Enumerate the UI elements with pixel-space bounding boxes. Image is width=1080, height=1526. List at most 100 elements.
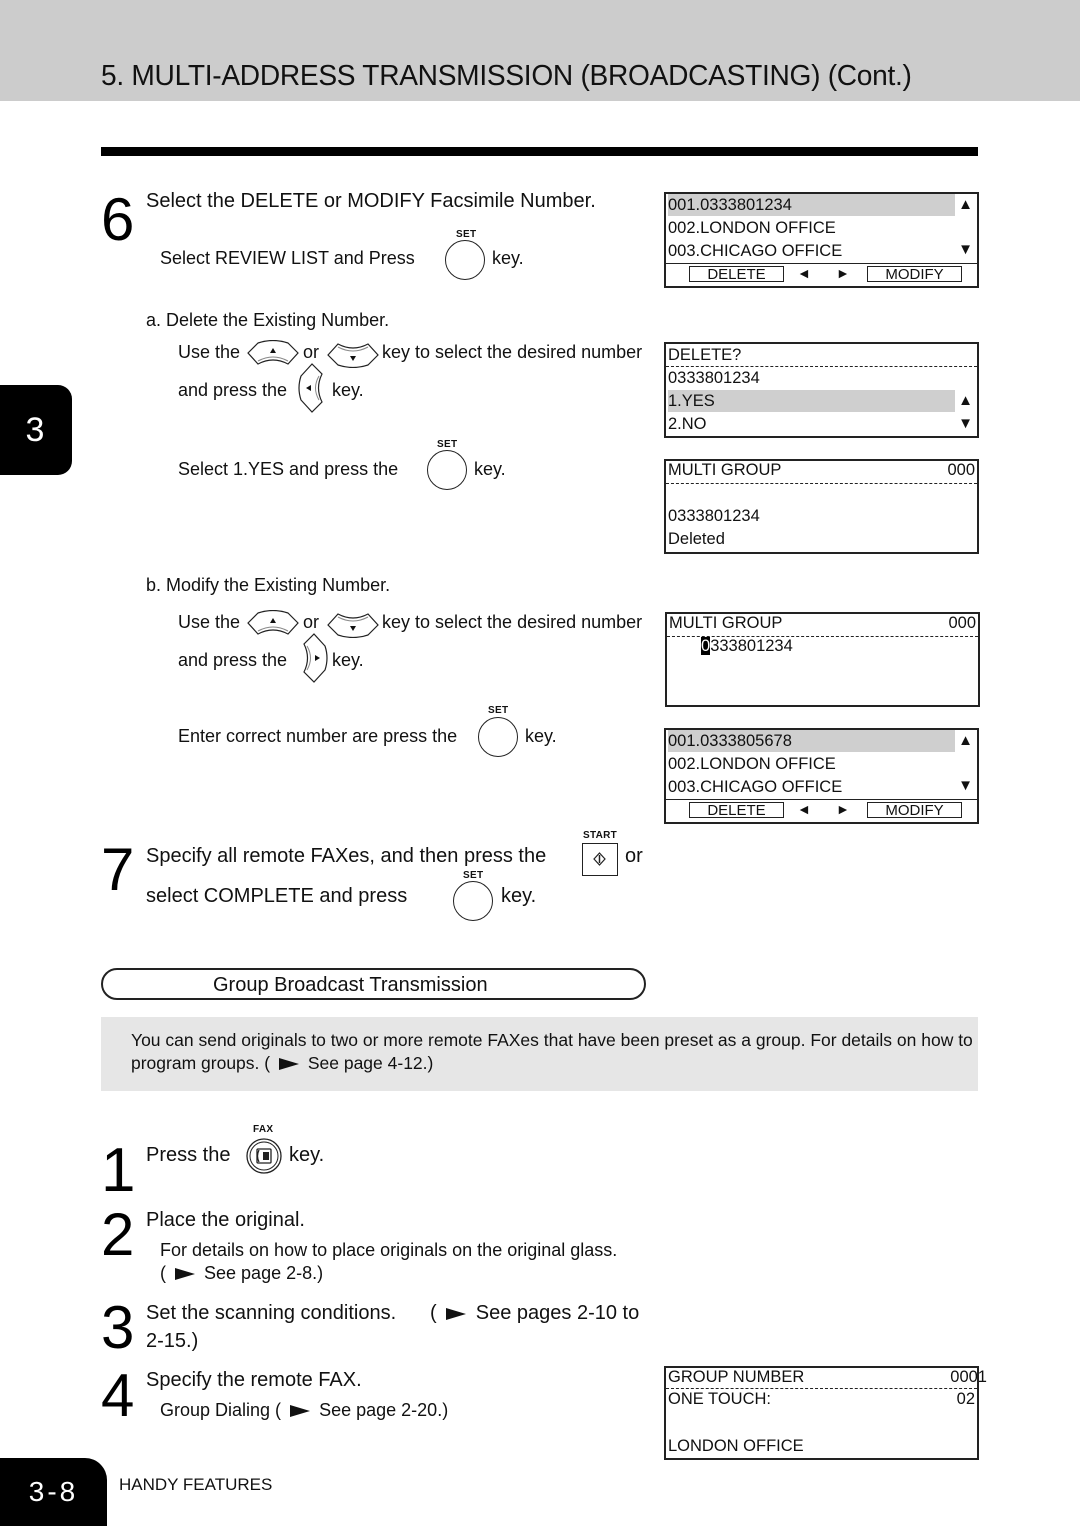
step2-ref: ( See page 2-8.) (160, 1263, 324, 1283)
step-number-1: 1 (101, 1136, 136, 1205)
step-number-2: 2 (101, 1201, 135, 1268)
left-arrow-key-icon (298, 363, 323, 413)
set-key-icon (445, 240, 485, 280)
fax-key-icon (246, 1138, 282, 1174)
section-heading-pill: Group Broadcast Transmission (101, 968, 646, 1000)
sub-a-select-yes-post: key. (474, 459, 506, 479)
down-arrow-key-icon (327, 343, 379, 368)
reference-arrow-icon (278, 1058, 299, 1071)
step7-or: or (625, 845, 643, 867)
step2-page-ref[interactable]: See page 2-8.) (204, 1263, 323, 1283)
scroll-up-icon: ▲ (958, 732, 973, 749)
set-key-label: SET (463, 870, 484, 881)
lcd-row-selected: 001.0333805678 (668, 730, 955, 752)
step4-detail-text: Group Dialing ( (160, 1400, 282, 1420)
step-number-3: 3 (101, 1294, 135, 1361)
lcd-row: 002.LONDON OFFICE (668, 219, 836, 237)
footer-section: HANDY FEATURES (119, 1475, 273, 1494)
lcd-title: DELETE? (668, 346, 742, 364)
lcd-status: Deleted (668, 530, 725, 548)
sub-b-select-desired: key to select the desired number (382, 612, 643, 632)
step4-heading: Specify the remote FAX. (146, 1369, 362, 1391)
info-page-ref[interactable]: See page 4-12.) (308, 1053, 434, 1073)
modify-softkey[interactable]: MODIFY (867, 266, 962, 283)
lcd-title: MULTI GROUP (668, 461, 782, 479)
lcd-title: MULTI GROUP (669, 614, 783, 632)
chapter-number: 3 (25, 410, 45, 449)
step-number-6: 6 (101, 186, 135, 253)
step6-heading: Select the DELETE or MODIFY Facsimile Nu… (146, 190, 596, 212)
delete-softkey[interactable]: DELETE (689, 266, 784, 283)
sub-a-or: or (303, 342, 320, 362)
start-key-icon (582, 843, 618, 876)
page-number: 3-8 (28, 1476, 79, 1507)
step1-text: Press the (146, 1144, 231, 1166)
lcd-row: 003.CHICAGO OFFICE (668, 778, 843, 796)
lcd-one-touch-label: ONE TOUCH: (668, 1390, 771, 1408)
lcd-number: 0333801234 (668, 507, 760, 525)
info-box: You can send originals to two or more re… (101, 1017, 978, 1091)
lcd-row: 002.LONDON OFFICE (668, 755, 836, 773)
step1-key: key. (289, 1144, 325, 1166)
step6-line1-post: key. (492, 248, 524, 268)
scroll-down-icon: ▼ (958, 241, 973, 258)
step3-page-ref[interactable]: See pages 2-10 to (476, 1302, 639, 1324)
step2-heading: Place the original. (146, 1209, 305, 1231)
chapter-tab[interactable]: 3 (0, 385, 72, 475)
lcd-multi-group-deleted: MULTI GROUP 000 0333801234 Deleted (664, 459, 979, 554)
down-arrow-key-icon (327, 613, 379, 638)
set-key-label: SET (456, 229, 477, 240)
lcd-dash-divider (666, 483, 977, 484)
sub-a-title: a. Delete the Existing Number. (146, 310, 390, 330)
lcd-number: 0333801234 (668, 369, 760, 387)
fax-key-label: FAX (253, 1124, 274, 1135)
lcd-review-list-modified: 001.0333805678 002.LONDON OFFICE 003.CHI… (664, 728, 979, 824)
lcd-softkey-row: DELETE ◄ ► MODIFY (666, 799, 977, 822)
title-rule (101, 147, 978, 156)
start-diamond-icon (593, 852, 606, 866)
set-key-icon (427, 450, 467, 490)
right-arrow-key-icon (303, 633, 328, 683)
lcd-station-name: LONDON OFFICE (668, 1437, 804, 1455)
scroll-down-icon: ▼ (958, 415, 973, 432)
lcd-row-selected: 001.0333801234 (668, 194, 955, 216)
reference-arrow-icon (446, 1307, 467, 1320)
text-cursor: 0 (701, 637, 711, 655)
step7-line1: Specify all remote FAXes, and then press… (146, 845, 547, 867)
step3-ref-cont: 2-15.) (146, 1330, 199, 1352)
lcd-edit-number[interactable]: 0333801234 (701, 635, 793, 657)
lcd-delete-confirm: DELETE? 0333801234 1.YES 2.NO ▲ ▼ (664, 342, 979, 438)
up-arrow-key-icon (247, 340, 299, 365)
lcd-group-number: GROUP NUMBER 0001 ONE TOUCH: 02 LONDON O… (664, 1366, 987, 1460)
step3-ref: ( See pages 2-10 to (430, 1302, 640, 1324)
sub-a-use-the: Use the (178, 342, 241, 362)
reference-arrow-icon (175, 1268, 195, 1281)
step4-page-ref[interactable]: See page 2-20.) (319, 1400, 448, 1420)
delete-softkey[interactable]: DELETE (689, 802, 784, 819)
step7-line2-post: key. (501, 885, 537, 907)
sub-b-and-press: and press the (178, 650, 288, 670)
set-key-label: SET (437, 439, 458, 450)
step2-detail: For details on how to place originals on… (160, 1240, 618, 1260)
sub-b-title: b. Modify the Existing Number. (146, 575, 391, 595)
modify-softkey[interactable]: MODIFY (867, 802, 962, 819)
start-key-label: START (583, 830, 618, 841)
scroll-up-icon: ▲ (958, 392, 973, 409)
scroll-up-icon: ▲ (958, 196, 973, 213)
lcd-option-no: 2.NO (668, 415, 707, 433)
page-number-tab: 3-8 (0, 1458, 107, 1526)
sub-b-enter-post: key. (525, 726, 557, 746)
right-arrow-icon: ► (836, 801, 850, 817)
step3-heading: Set the scanning conditions. (146, 1302, 397, 1324)
reference-arrow-icon (290, 1405, 311, 1418)
page-title: 5. MULTI-ADDRESS TRANSMISSION (BROADCAST… (101, 60, 912, 92)
sub-b-use-the: Use the (178, 612, 241, 632)
lcd-review-list: 001.0333801234 002.LONDON OFFICE 003.CHI… (664, 192, 979, 288)
step4-detail: Group Dialing ( See page 2-20.) (160, 1400, 448, 1421)
sub-b-enter: Enter correct number are press the (178, 726, 458, 746)
step6-line1: Select REVIEW LIST and Press (160, 248, 415, 268)
section-heading: Group Broadcast Transmission (213, 974, 488, 996)
lcd-title: GROUP NUMBER (668, 1368, 805, 1386)
lcd-group-no: 0001 (950, 1368, 987, 1386)
sub-b-key: key. (332, 650, 364, 670)
